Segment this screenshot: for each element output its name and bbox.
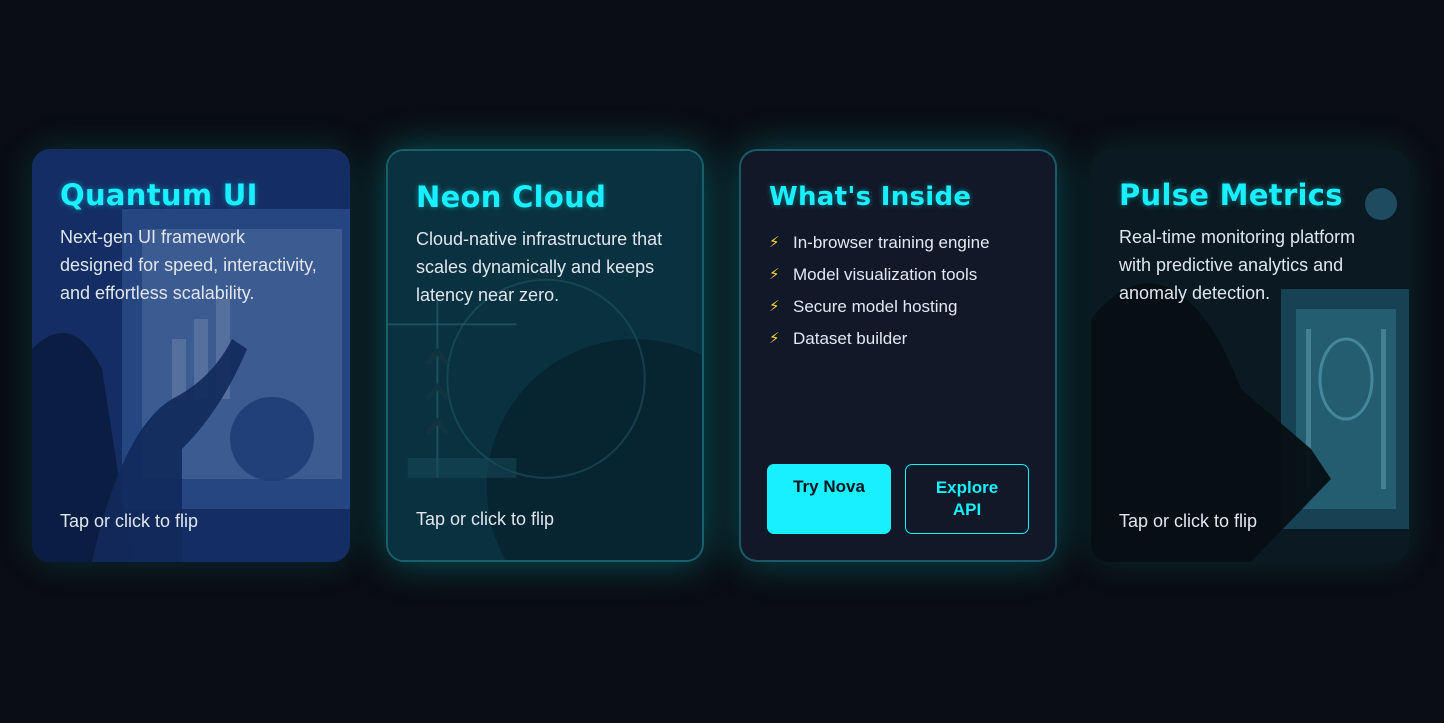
card-description: Next-gen UI framework designed for speed… (60, 227, 317, 303)
lightning-bolt-icon: ⚡ (769, 234, 780, 251)
flip-card-pulse-metrics[interactable]: Pulse Metrics Real-time monitoring platf… (1091, 149, 1409, 562)
flip-card-whats-inside[interactable]: What's Inside ⚡ In-browser training engi… (739, 149, 1057, 562)
feature-item: ⚡ Secure model hosting (769, 291, 1027, 323)
card-title: Pulse Metrics (1119, 178, 1343, 212)
flip-hint: Tap or click to flip (416, 509, 555, 529)
feature-list: ⚡ In-browser training engine ⚡ Model vis… (769, 227, 1027, 355)
flip-hint: Tap or click to flip (1119, 511, 1258, 531)
card-description: Real-time monitoring platform with predi… (1119, 227, 1356, 303)
card-description: Cloud-native infrastructure that scales … (416, 229, 663, 305)
flip-card-quantum-ui[interactable]: Quantum UI Next-gen UI framework designe… (32, 149, 350, 562)
feature-label: Secure model hosting (793, 297, 958, 316)
flip-hint: Tap or click to flip (60, 511, 199, 531)
lightning-bolt-icon: ⚡ (769, 266, 780, 283)
feature-item: ⚡ In-browser training engine (769, 227, 1027, 259)
card-showcase: Quantum UI Next-gen UI framework designe… (0, 0, 1444, 723)
lightning-bolt-icon: ⚡ (769, 330, 780, 347)
card-actions: Try Nova Explore API (767, 464, 1029, 534)
lightning-bolt-icon: ⚡ (769, 298, 780, 315)
card-title: What's Inside (769, 182, 972, 212)
try-nova-button[interactable]: Try Nova (767, 464, 891, 534)
card-title: Quantum UI (60, 178, 258, 212)
explore-api-button[interactable]: Explore API (905, 464, 1029, 534)
feature-item: ⚡ Dataset builder (769, 323, 1027, 355)
feature-item: ⚡ Model visualization tools (769, 259, 1027, 291)
card-title: Neon Cloud (416, 180, 607, 214)
flip-card-neon-cloud[interactable]: Neon Cloud Cloud-native infrastructure t… (386, 149, 704, 562)
feature-label: In-browser training engine (793, 233, 990, 252)
feature-label: Model visualization tools (793, 265, 978, 284)
feature-label: Dataset builder (793, 329, 908, 348)
